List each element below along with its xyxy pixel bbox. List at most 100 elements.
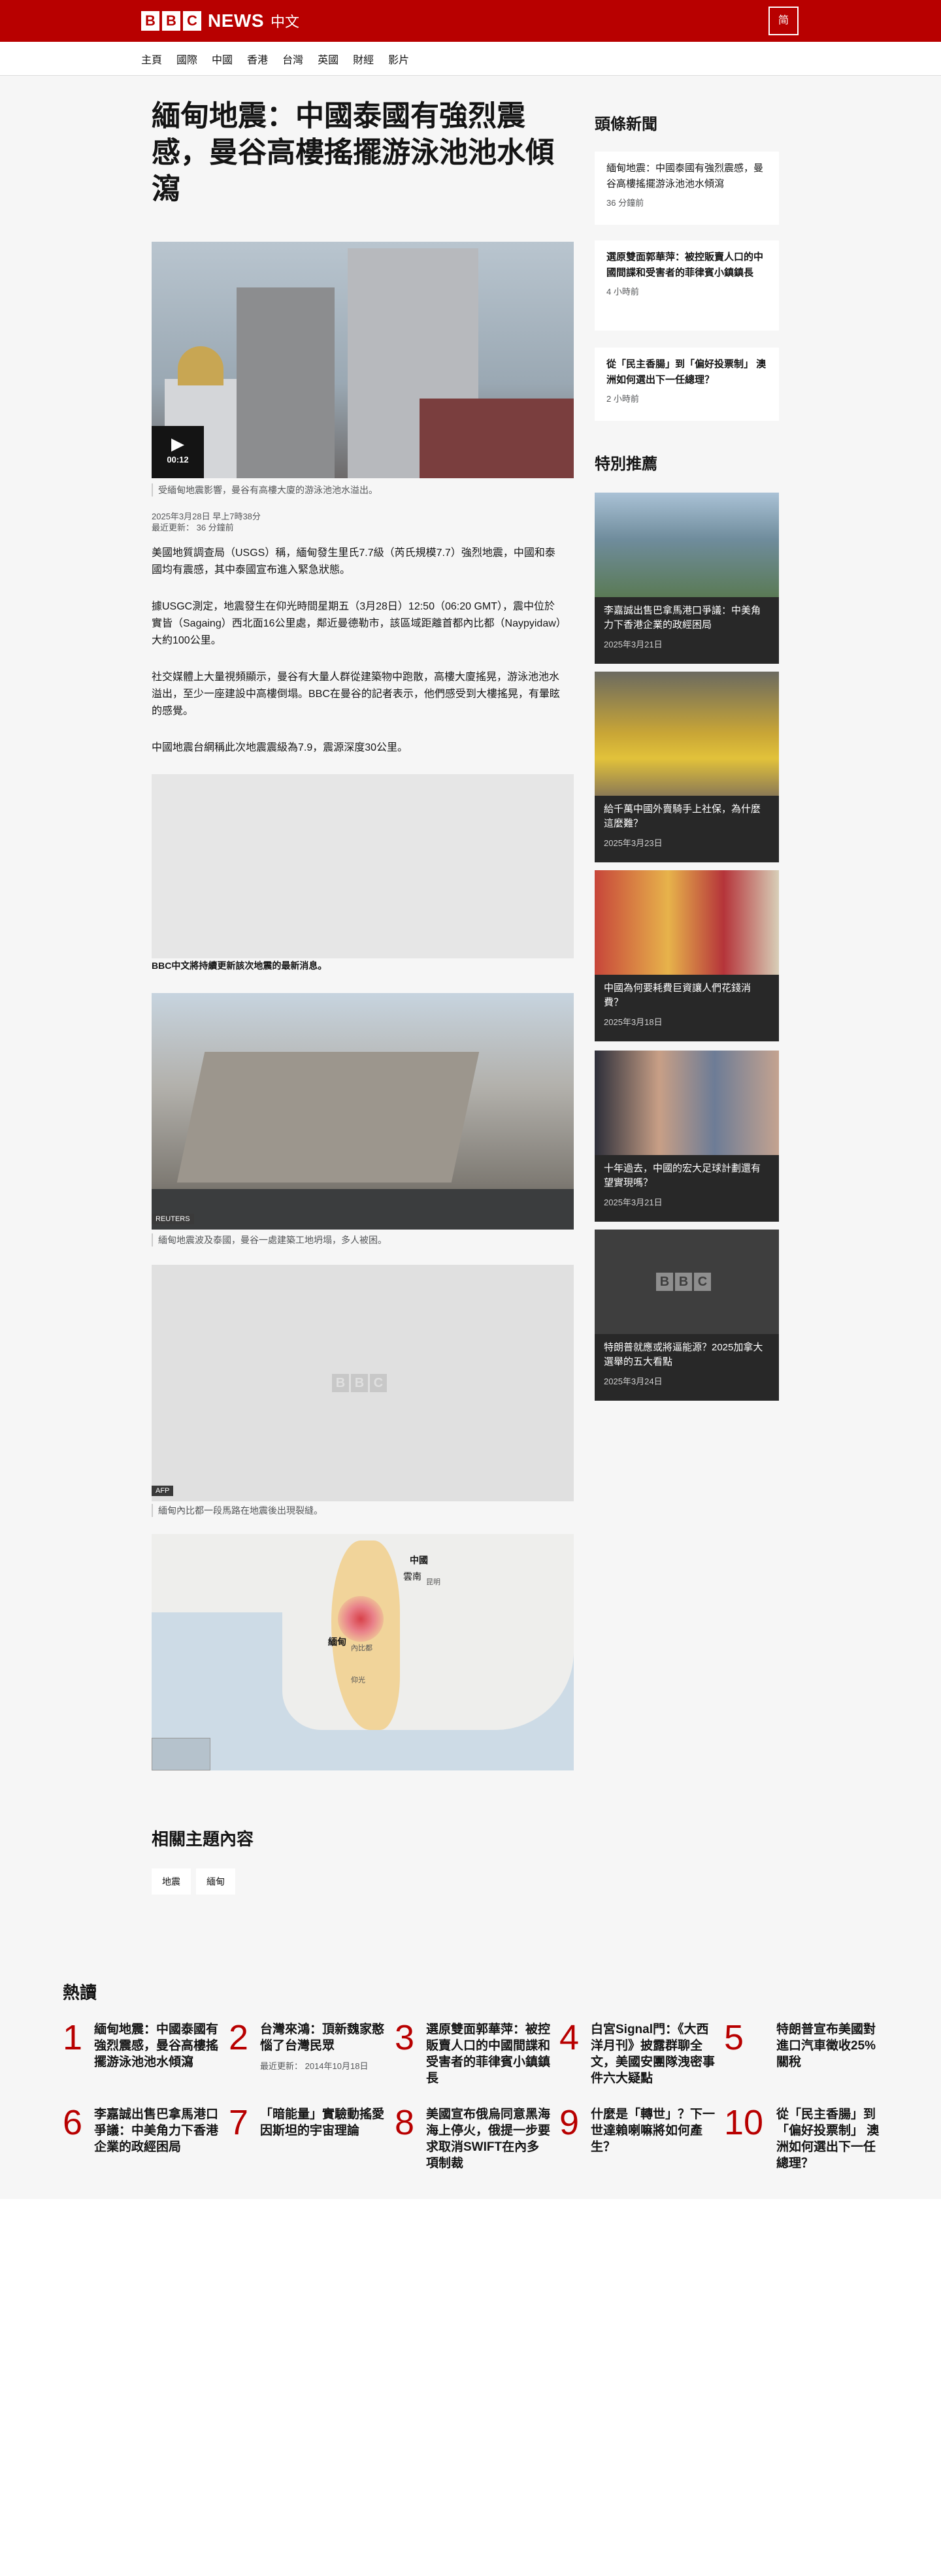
- article-paragraph: 據USGC測定，地震發生在仰光時間星期五（3月28日）12:50（06:20 G…: [152, 601, 561, 646]
- play-button[interactable]: ▶ 00:12: [152, 426, 204, 478]
- nav-item-home[interactable]: 主頁: [141, 51, 162, 67]
- most-read-item[interactable]: 9 什麼是「轉世」？下一世達賴喇嘛將如何產生？: [559, 2105, 716, 2177]
- embedded-content: [152, 774, 574, 958]
- most-read-rank: 1: [63, 2018, 83, 2057]
- top-story-card[interactable]: 緬甸地震：中國泰國有強烈震感，曼谷高樓搖擺游泳池池水傾瀉 36 分鐘前: [595, 152, 779, 225]
- hero-dome: [178, 346, 223, 385]
- topic-chip-myanmar[interactable]: 緬甸: [196, 1868, 235, 1895]
- most-read-link[interactable]: 選原雙面郭華萍：被控販賣人口的中國間諜和受害者的菲律賓小鎮鎮長: [426, 2021, 550, 2087]
- map-label-myanmar: 緬甸: [328, 1637, 346, 1647]
- map-label-china: 中國: [410, 1555, 428, 1565]
- nav-item-business[interactable]: 財經: [353, 51, 374, 67]
- photo-crowd: [152, 1189, 574, 1230]
- featured-image: [595, 672, 779, 796]
- published-time: 2025年3月28日 早上7時38分: [152, 512, 261, 521]
- nav-item-video[interactable]: 影片: [388, 51, 409, 67]
- nav-item-china[interactable]: 中國: [212, 51, 233, 67]
- nav-item-hongkong[interactable]: 香港: [247, 51, 268, 67]
- most-read-link[interactable]: 「暗能量」實驗動搖愛因斯坦的宇宙理論: [260, 2106, 384, 2139]
- most-read-link[interactable]: 美國宣布俄烏同意黑海海上停火，俄提一步要求取消SWIFT在內多項制裁: [426, 2106, 550, 2172]
- featured-card-title: 特朗普就應或將逼能源？2025加拿大選舉的五大看點: [604, 1342, 763, 1367]
- article-paragraph: 中國地震台網稱此次地震震級為7.9，震源深度30公里。: [152, 742, 408, 753]
- most-read-item[interactable]: 4 白宮Signal門：《大西洋月刊》披露群聊全文，美國安團隊洩密事件六大疑點: [559, 2020, 716, 2092]
- article-timestamp: 2025年3月28日 早上7時38分 最近更新： 36 分鐘前: [152, 511, 261, 533]
- logo-letter-b1: B: [141, 11, 159, 31]
- most-read-link[interactable]: 李嘉誠出售巴拿馬港口爭議：中美角力下香港企業的政經困局: [94, 2106, 218, 2155]
- image-caption: 緬甸內比都一段馬路在地震後出現裂縫。: [152, 1504, 574, 1517]
- most-read-item[interactable]: 10 從「民主香腸」到「偏好投票制」 澳洲如何選出下一任總理？: [724, 2105, 881, 2177]
- most-read-link[interactable]: 台灣來鴻：頂新魏家憨惱了台灣民眾: [260, 2021, 384, 2054]
- map-label-kunming: 昆明: [426, 1578, 440, 1586]
- map-label-yunnan: 雲南: [403, 1571, 421, 1582]
- featured-image: [595, 493, 779, 597]
- top-story-card[interactable]: 選原雙面郭華萍：被控販賣人口的中國間諜和受害者的菲律賓小鎮鎮長 4 小時前: [595, 240, 779, 331]
- featured-title: 特別推薦: [595, 455, 657, 473]
- featured-image: [595, 1051, 779, 1155]
- primary-nav: 主頁 國際 中國 香港 台灣 英國 財經 影片: [0, 42, 941, 76]
- map-inset: [152, 1738, 210, 1770]
- bbc-news-logo[interactable]: B B C NEWS 中文: [141, 10, 299, 31]
- featured-image: BBC: [595, 1230, 779, 1334]
- featured-card[interactable]: 給千萬中國外賣騎手上社保，為什麼這麼難？ 2025年3月23日: [595, 672, 779, 862]
- most-read-link[interactable]: 什麼是「轉世」？下一世達賴喇嘛將如何產生？: [591, 2106, 715, 2155]
- map-label-naypyidaw: 內比都: [351, 1644, 372, 1652]
- most-read-item[interactable]: 2 台灣來鴻：頂新魏家憨惱了台灣民眾 最近更新： 2014年10月18日: [229, 2020, 386, 2092]
- nav-item-uk[interactable]: 英國: [318, 51, 338, 67]
- most-read-item[interactable]: 8 美國宣布俄烏同意黑海海上停火，俄提一步要求取消SWIFT在內多項制裁: [395, 2105, 552, 2177]
- simplified-script-toggle-button[interactable]: 简: [768, 7, 799, 35]
- most-read-item[interactable]: 7 「暗能量」實驗動搖愛因斯坦的宇宙理論: [229, 2105, 386, 2177]
- featured-image: [595, 870, 779, 975]
- featured-card-date: 2025年3月21日: [604, 1198, 663, 1207]
- logo-letter-c: C: [183, 11, 201, 31]
- updated-time: 最近更新： 36 分鐘前: [152, 523, 234, 532]
- most-read-title: 熱讀: [63, 1983, 97, 2002]
- hero-building: [237, 287, 335, 478]
- most-read-rank: 9: [559, 2103, 580, 2142]
- logo-letter-b2: B: [162, 11, 180, 31]
- related-topics-title: 相關主題內容: [152, 1829, 254, 1849]
- most-read-item[interactable]: 3 選原雙面郭華萍：被控販賣人口的中國間諜和受害者的菲律賓小鎮鎮長: [395, 2020, 552, 2092]
- featured-card-title: 給千萬中國外賣騎手上社保，為什麼這麼難？: [604, 804, 761, 829]
- featured-card-title: 中國為何要耗費巨資讓人們花錢消費？: [604, 983, 751, 1008]
- image-source-tag: REUTERS: [152, 1214, 194, 1224]
- top-stories-title: 頭條新聞: [595, 116, 657, 133]
- play-icon: ▶: [171, 434, 184, 453]
- top-story-time: 4 小時前: [606, 287, 639, 297]
- featured-card[interactable]: 中國為何要耗費巨資讓人們花錢消費？ 2025年3月18日: [595, 870, 779, 1041]
- topic-chip-earthquake[interactable]: 地震: [152, 1868, 191, 1895]
- most-read-rank: 10: [724, 2103, 764, 2142]
- video-player[interactable]: ▶ 00:12: [152, 242, 574, 478]
- featured-card[interactable]: 李嘉誠出售巴拿馬港口爭議：中美角力下香港企業的政經困局 2025年3月21日: [595, 493, 779, 664]
- top-story-title: 緬甸地震：中國泰國有強烈震感，曼谷高樓搖擺游泳池池水傾瀉: [606, 163, 764, 189]
- article-paragraph: 美國地質調查局（USGS）稱，緬甸發生里氏7.7級（芮氏規模7.7）強烈地震，中…: [152, 547, 555, 576]
- quake-location-map: 中國 雲南 昆明 緬甸 內比都 仰光: [152, 1534, 574, 1770]
- most-read-item[interactable]: 6 李嘉誠出售巴拿馬港口爭議：中美角力下香港企業的政經困局: [63, 2105, 220, 2177]
- featured-card[interactable]: BBC 特朗普就應或將逼能源？2025加拿大選舉的五大看點 2025年3月24日: [595, 1230, 779, 1401]
- top-story-time: 2 小時前: [606, 394, 639, 404]
- most-read-rank: 6: [63, 2103, 83, 2142]
- collapsed-building-photo: [152, 993, 574, 1230]
- nav-item-international[interactable]: 國際: [176, 51, 197, 67]
- most-read-rank: 2: [229, 2018, 249, 2057]
- most-read-rank: 8: [395, 2103, 415, 2142]
- hero-building: [420, 399, 574, 478]
- most-read-link[interactable]: 從「民主香腸」到「偏好投票制」 澳洲如何選出下一任總理？: [776, 2106, 881, 2172]
- most-read-rank: 3: [395, 2018, 415, 2057]
- most-read-link[interactable]: 緬甸地震：中國泰國有強烈震感，曼谷高樓搖擺游泳池池水傾瀉: [94, 2021, 218, 2070]
- nav-item-taiwan[interactable]: 台灣: [282, 51, 303, 67]
- featured-card[interactable]: 十年過去，中國的宏大足球計劃還有望實現嗎？ 2025年3月21日: [595, 1051, 779, 1222]
- most-read-item[interactable]: 1 緬甸地震：中國泰國有強烈震感，曼谷高樓搖擺游泳池池水傾瀉: [63, 2020, 220, 2092]
- most-read-item[interactable]: 5 特朗普宣布美國對進口汽車徵收25%關稅: [724, 2020, 881, 2092]
- logo-language: 中文: [271, 14, 300, 30]
- most-read-link[interactable]: 特朗普宣布美國對進口汽車徵收25%關稅: [776, 2021, 881, 2070]
- most-read-rank: 4: [559, 2018, 580, 2057]
- bbc-placeholder-logo: BBC: [656, 1273, 713, 1291]
- featured-card-date: 2025年3月18日: [604, 1017, 663, 1027]
- most-read-link[interactable]: 白宮Signal門：《大西洋月刊》披露群聊全文，美國安團隊洩密事件六大疑點: [591, 2021, 715, 2087]
- featured-card-date: 2025年3月21日: [604, 640, 663, 649]
- top-story-time: 36 分鐘前: [606, 198, 644, 208]
- top-story-card[interactable]: 從「民主香腸」到「偏好投票制」 澳洲如何選出下一任總理？ 2 小時前: [595, 348, 779, 421]
- image-caption: 緬甸地震波及泰國，曼谷一處建築工地坍塌，多人被困。: [152, 1233, 574, 1247]
- video-duration: 00:12: [167, 455, 189, 465]
- article: 緬甸地震：中國泰國有強烈震感，曼谷高樓搖擺游泳池池水傾瀉 ▶ 00:12 受緬甸…: [152, 98, 574, 1770]
